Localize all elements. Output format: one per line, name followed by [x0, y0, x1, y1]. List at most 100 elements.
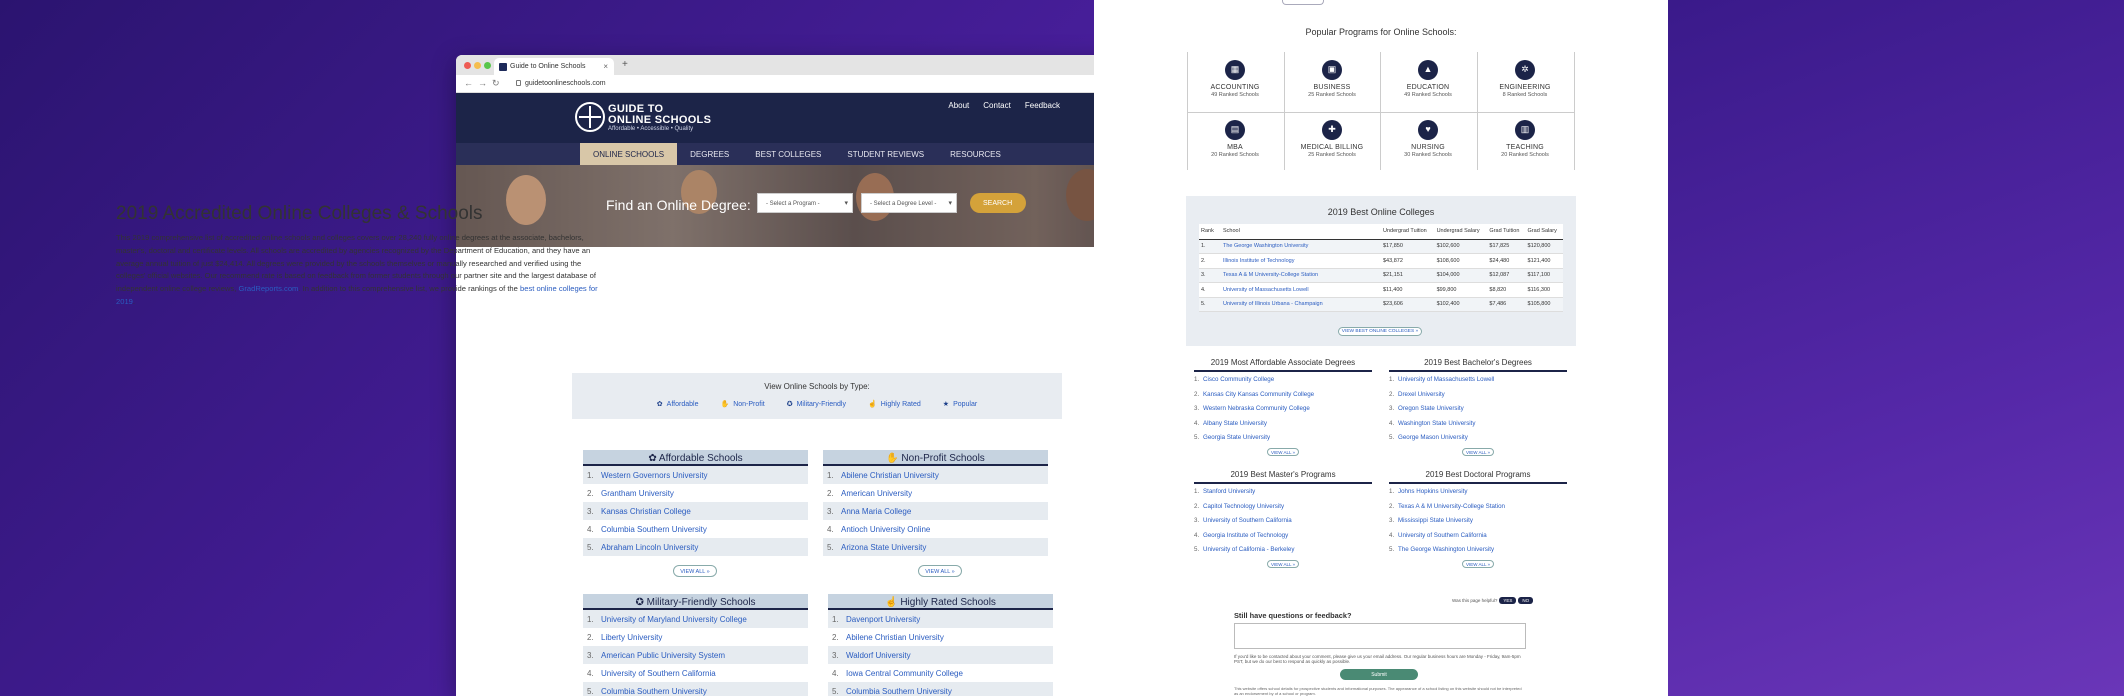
- list-item[interactable]: 5. Arizona State University: [823, 538, 1048, 556]
- school-link[interactable]: University of Illinois Urbana - Champaig…: [1221, 297, 1381, 312]
- degree-level-select[interactable]: - Select a Degree Level -: [861, 193, 957, 213]
- maximize-window-icon[interactable]: [484, 62, 491, 69]
- program-mba[interactable]: ▤ MBA 20 Ranked Schools: [1187, 120, 1283, 158]
- list-item[interactable]: 4. Albany State University: [1194, 416, 1372, 431]
- program-select[interactable]: - Select a Program -: [757, 193, 853, 213]
- view-all-non-profit-button[interactable]: VIEW ALL »: [918, 565, 962, 577]
- view-all-partial-button[interactable]: [1282, 0, 1324, 5]
- list-item[interactable]: 3. Mississippi State University: [1389, 513, 1567, 528]
- school-link[interactable]: University of Massachusetts Lowell: [1221, 282, 1381, 298]
- helpful-no-button[interactable]: NO: [1518, 597, 1534, 604]
- military-friendly-schools-list: ✪ Military-Friendly Schools 1. University…: [583, 594, 808, 696]
- list-item[interactable]: 5. Georgia State University: [1194, 430, 1372, 445]
- program-engineering[interactable]: ✲ ENGINEERING 8 Ranked Schools: [1477, 60, 1573, 98]
- list-item[interactable]: 5. Abraham Lincoln University: [583, 538, 808, 556]
- nav-best-colleges[interactable]: BEST COLLEGES: [742, 143, 834, 165]
- brand-line2[interactable]: ONLINE SCHOOLS: [608, 114, 711, 126]
- list-item[interactable]: 4. Georgia Institute of Technology: [1194, 528, 1372, 543]
- program-teaching[interactable]: ▥ TEACHING 20 Ranked Schools: [1477, 120, 1573, 158]
- feedback-link[interactable]: Feedback: [1025, 101, 1060, 110]
- type-highly-rated[interactable]: ☝ Highly Rated: [868, 400, 921, 408]
- list-item[interactable]: 3. Anna Maria College: [823, 502, 1048, 520]
- view-all-affordable-button[interactable]: VIEW ALL »: [673, 565, 717, 577]
- graduation-cap-icon: ▲: [1418, 60, 1438, 80]
- feedback-textarea[interactable]: [1234, 623, 1526, 649]
- list-item[interactable]: 1. University of Maryland University Coll…: [583, 610, 808, 628]
- school-link[interactable]: Illinois Institute of Technology: [1221, 253, 1381, 269]
- type-affordable[interactable]: ✿ Affordable: [657, 400, 699, 408]
- submit-button[interactable]: Submit: [1340, 669, 1418, 680]
- browser-tab[interactable]: Guide to Online Schools ×: [494, 58, 614, 75]
- program-education[interactable]: ▲ EDUCATION 49 Ranked Schools: [1380, 60, 1476, 98]
- list-item[interactable]: 2. Drexel University: [1389, 387, 1567, 402]
- type-label: Affordable: [666, 401, 699, 408]
- list-item[interactable]: 4. Antioch University Online: [823, 520, 1048, 538]
- view-all-associate-button[interactable]: VIEW ALL »: [1267, 448, 1299, 456]
- program-medical-billing[interactable]: ✚ MEDICAL BILLING 25 Ranked Schools: [1284, 120, 1380, 158]
- list-item[interactable]: 2. Kansas City Kansas Community College: [1194, 387, 1372, 402]
- nav-online-schools[interactable]: ONLINE SCHOOLS: [580, 143, 678, 165]
- helpful-yes-button[interactable]: YES: [1499, 597, 1517, 604]
- back-icon[interactable]: ←: [464, 78, 473, 88]
- view-all-bachelors-button[interactable]: VIEW ALL »: [1462, 448, 1494, 456]
- list-item[interactable]: 5. Columbia Southern University: [828, 682, 1053, 696]
- close-window-icon[interactable]: [464, 62, 471, 69]
- program-accounting[interactable]: ▦ ACCOUNTING 49 Ranked Schools: [1187, 60, 1283, 98]
- list-item[interactable]: 1. Cisco Community College: [1194, 372, 1372, 387]
- close-tab-icon[interactable]: ×: [603, 62, 608, 71]
- list-item[interactable]: 2. Grantham University: [583, 484, 808, 502]
- nav-student-reviews[interactable]: STUDENT REVIEWS: [834, 143, 937, 165]
- list-item[interactable]: 1. Abilene Christian University: [823, 466, 1048, 484]
- new-tab-icon[interactable]: +: [622, 59, 628, 70]
- list-item[interactable]: 4. University of Southern California: [1389, 528, 1567, 543]
- list-item[interactable]: 1. University of Massachusetts Lowell: [1389, 372, 1567, 387]
- table-row: 3. Texas A & M University-College Station…: [1199, 268, 1563, 283]
- type-non-profit[interactable]: ✋ Non-Profit: [720, 400, 764, 408]
- minimize-window-icon[interactable]: [474, 62, 481, 69]
- list-item[interactable]: 1. Stanford University: [1194, 484, 1372, 499]
- list-item[interactable]: 3. Waldorf University: [828, 646, 1053, 664]
- about-link[interactable]: About: [948, 101, 969, 110]
- list-item[interactable]: 2. American University: [823, 484, 1048, 502]
- list-item[interactable]: 4. Washington State University: [1389, 416, 1567, 431]
- view-best-colleges-button[interactable]: VIEW BEST ONLINE COLLEGES »: [1338, 327, 1422, 336]
- program-business[interactable]: ▣ BUSINESS 25 Ranked Schools: [1284, 60, 1380, 98]
- nav-degrees[interactable]: DEGREES: [677, 143, 742, 165]
- list-item[interactable]: 3. University of Southern California: [1194, 513, 1372, 528]
- list-item[interactable]: 4. University of Southern California: [583, 664, 808, 682]
- school-link[interactable]: The George Washington University: [1221, 239, 1381, 254]
- medal-icon: ✪: [786, 401, 793, 408]
- reload-icon[interactable]: ↻: [492, 78, 500, 89]
- list-item[interactable]: 1. Johns Hopkins University: [1389, 484, 1567, 499]
- list-item[interactable]: 1. Davenport University: [828, 610, 1053, 628]
- list-item[interactable]: 4. Columbia Southern University: [583, 520, 808, 538]
- list-item[interactable]: 3. Western Nebraska Community College: [1194, 401, 1372, 416]
- list-item[interactable]: 5. The George Washington University: [1389, 542, 1567, 557]
- list-item[interactable]: 4. Iowa Central Community College: [828, 664, 1053, 682]
- url-field[interactable]: guidetoonlineschools.com: [516, 80, 606, 87]
- list-item[interactable]: 5. George Mason University: [1389, 430, 1567, 445]
- compass-logo-icon[interactable]: [575, 102, 605, 132]
- list-item[interactable]: 1. Western Governors University: [583, 466, 808, 484]
- list-item[interactable]: 3. American Public University System: [583, 646, 808, 664]
- list-item[interactable]: 2. Capitol Technology University: [1194, 499, 1372, 514]
- forward-icon[interactable]: →: [478, 78, 487, 88]
- list-item[interactable]: 5. Columbia Southern University: [583, 682, 808, 696]
- list-item[interactable]: 5. University of California - Berkeley: [1194, 542, 1372, 557]
- contact-link[interactable]: Contact: [983, 101, 1011, 110]
- view-all-doctoral-button[interactable]: VIEW ALL »: [1462, 560, 1494, 568]
- view-all-masters-button[interactable]: VIEW ALL »: [1267, 560, 1299, 568]
- list-item[interactable]: 2. Abilene Christian University: [828, 628, 1053, 646]
- school-link[interactable]: Texas A & M University-College Station: [1221, 268, 1381, 283]
- gradreports-link[interactable]: GradReports.com: [238, 284, 298, 293]
- list-item[interactable]: 3. Kansas Christian College: [583, 502, 808, 520]
- list-item[interactable]: 2. Liberty University: [583, 628, 808, 646]
- list-item[interactable]: 2. Texas A & M University-College Station: [1389, 499, 1567, 514]
- nav-resources[interactable]: RESOURCES: [937, 143, 1014, 165]
- search-button[interactable]: SEARCH: [970, 193, 1026, 213]
- lock-icon: [516, 80, 521, 86]
- type-military-friendly[interactable]: ✪ Military-Friendly: [787, 400, 846, 408]
- list-item[interactable]: 3. Oregon State University: [1389, 401, 1567, 416]
- program-nursing[interactable]: ♥ NURSING 30 Ranked Schools: [1380, 120, 1476, 158]
- type-popular[interactable]: ★ Popular: [943, 400, 977, 408]
